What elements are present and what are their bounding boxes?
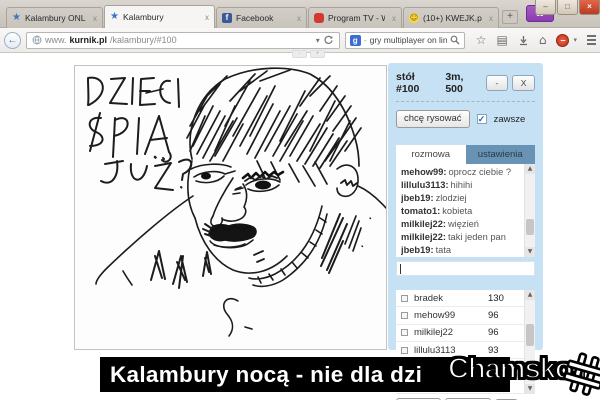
window-controls: – □ × — [534, 0, 600, 15]
search-icon[interactable] — [450, 35, 460, 45]
scrollbar-thumb[interactable] — [526, 324, 534, 346]
minimize-button[interactable]: – — [535, 0, 556, 15]
star-icon: ★ — [110, 12, 119, 22]
meme-caption-text: Kalambury nocą - nie dla dzi — [110, 362, 422, 388]
text-caret — [400, 264, 401, 274]
drawing-canvas[interactable] — [74, 65, 387, 350]
chamsko-hash-icon — [563, 351, 600, 397]
always-checkbox[interactable]: ✓ — [477, 114, 487, 124]
table-info: 3m, 500 — [445, 71, 481, 95]
search-value: gry multiplayer on line — [370, 35, 447, 45]
tab-chat[interactable]: rozmowa — [396, 145, 466, 164]
tab-label: Program TV - Wszystkie p... — [328, 13, 385, 23]
always-checkbox-label: zawsze — [494, 114, 526, 125]
browser-titlebar: ★ Kalambury ONLINE, zagraj... x ★ Kalamb… — [0, 0, 600, 28]
canvas-zoom-in-button[interactable]: + — [310, 50, 325, 58]
tab-close-icon[interactable]: x — [90, 14, 97, 23]
chat-scrollbar[interactable]: ▲ ▼ — [524, 164, 535, 257]
table-title: stół #100 — [396, 71, 438, 95]
handwriting-dzieci-spia-juz — [88, 78, 191, 190]
want-to-draw-button[interactable]: chcę rysować — [396, 110, 470, 128]
menu-icon[interactable] — [587, 35, 596, 45]
toolbar-icons: ☆ ▤ ⌂ – ▾ — [476, 34, 596, 47]
tab-close-icon[interactable]: x — [294, 14, 301, 23]
chat-message: milkilej22:więzień — [401, 218, 521, 231]
tab-kwejk[interactable]: ☺ (10+) KWEJK.pl - Najlepszy... x — [403, 7, 499, 28]
tab-close-icon[interactable]: x — [486, 14, 493, 23]
striped-collar — [249, 206, 327, 286]
tab-facebook[interactable]: f Facebook x — [216, 7, 307, 28]
chat-input[interactable] — [396, 261, 535, 276]
bottom-squiggle — [224, 299, 252, 336]
url-dropdown-icon[interactable]: ▾ — [316, 36, 320, 45]
player-row[interactable]: milkilej2296 — [396, 325, 535, 342]
search-separator: - — [364, 35, 367, 45]
nose — [211, 178, 247, 226]
chat-message: tomato1:kobieta — [401, 205, 521, 218]
search-engine-icon[interactable]: g — [350, 35, 361, 46]
scrollbar-thumb[interactable] — [526, 219, 534, 235]
player-row[interactable]: mehow9996 — [396, 307, 535, 324]
chat-message: jbeb19:tata — [401, 244, 521, 257]
canvas-zoom-out-button[interactable]: - — [292, 50, 307, 58]
search-input[interactable]: g - gry multiplayer on line — [345, 32, 465, 49]
chat-log: mehow99:oprocz ciebie ? lillulu3113:hihi… — [396, 164, 535, 257]
player-checkbox[interactable] — [401, 312, 408, 319]
chat-message: mehow99:oprocz ciebie ? — [401, 166, 521, 179]
tab-label: Kalambury — [123, 12, 198, 22]
url-domain: kurnik.pl — [70, 35, 108, 45]
scroll-up-icon[interactable]: ▲ — [525, 290, 535, 300]
tab-kalambury-online[interactable]: ★ Kalambury ONLINE, zagraj... x — [6, 7, 103, 28]
tab-label: (10+) KWEJK.pl - Najlepszy... — [423, 13, 482, 23]
smiley-icon: ☺ — [409, 13, 419, 23]
chat-message: lillulu3113:hihihi — [401, 179, 521, 192]
maximize-button[interactable]: □ — [557, 0, 578, 15]
tab-label: Kalambury ONLINE, zagraj... — [25, 13, 86, 23]
mouth — [210, 240, 264, 262]
download-icon[interactable] — [518, 35, 529, 46]
chat-message: milkilej22:taki jeden pan — [401, 231, 521, 244]
panel-close-button[interactable]: X — [512, 75, 535, 91]
mustache — [203, 224, 256, 241]
player-checkbox[interactable] — [401, 329, 408, 336]
panel-minimize-button[interactable]: - — [486, 75, 509, 91]
close-button[interactable]: × — [579, 0, 600, 15]
home-icon[interactable]: ⌂ — [539, 34, 547, 46]
url-bar[interactable]: www.kurnik.pl/kalambury/#100 ▾ — [26, 32, 340, 49]
clipboard-icon[interactable]: ▤ — [497, 34, 508, 46]
player-checkbox[interactable] — [401, 295, 408, 302]
hair-scribble — [187, 68, 361, 186]
tab-program-tv[interactable]: Program TV - Wszystkie p... x — [308, 7, 402, 28]
tab-settings[interactable]: ustawienia — [466, 145, 536, 164]
url-path: /kalambury/#100 — [110, 35, 177, 45]
hatching — [151, 214, 371, 288]
adblock-caret-icon[interactable]: ▾ — [573, 36, 577, 44]
bookmark-star-icon[interactable]: ☆ — [476, 34, 487, 46]
chat-message: jbeb19:zlodziej — [401, 192, 521, 205]
scroll-down-icon[interactable]: ▼ — [525, 247, 535, 257]
player-row[interactable]: bradek130 — [396, 290, 535, 307]
eyes — [191, 164, 283, 194]
ear — [337, 165, 358, 196]
tv-icon — [314, 13, 324, 23]
star-icon: ★ — [12, 13, 21, 23]
facebook-icon: f — [222, 13, 232, 23]
globe-icon — [32, 35, 42, 45]
new-tab-button[interactable]: + — [502, 10, 518, 24]
reload-icon[interactable] — [323, 35, 334, 46]
adblock-icon[interactable]: – — [556, 34, 569, 47]
tab-close-icon[interactable]: x — [389, 14, 396, 23]
scroll-up-icon[interactable]: ▲ — [525, 164, 535, 174]
url-www: www. — [45, 35, 67, 45]
game-panel: stół #100 3m, 500 - X chcę rysować ✓ zaw… — [388, 63, 543, 350]
player-checkbox[interactable] — [401, 347, 408, 354]
divider — [396, 101, 535, 102]
tab-label: Facebook — [236, 13, 290, 23]
back-button[interactable]: ← — [4, 32, 21, 49]
tab-kalambury-active[interactable]: ★ Kalambury x — [104, 5, 215, 28]
tab-close-icon[interactable]: x — [202, 13, 209, 22]
